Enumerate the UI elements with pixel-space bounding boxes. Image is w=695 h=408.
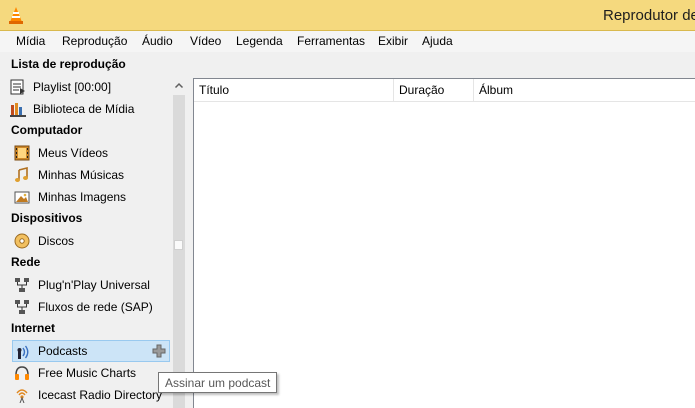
radio-icon	[16, 389, 28, 403]
sidebar-item-sap[interactable]: Fluxos de rede (SAP)	[0, 296, 172, 318]
sidebar-item-discs[interactable]: Discos	[0, 230, 172, 252]
sidebar-scrollbar[interactable]	[172, 78, 186, 408]
sidebar-item-label: Minhas Imagens	[38, 190, 127, 204]
podcast-icon	[17, 345, 29, 359]
video-film-icon	[14, 145, 30, 161]
menu-video[interactable]: Vídeo	[190, 34, 221, 48]
sidebar-item-my-videos[interactable]: Meus Vídeos	[0, 142, 172, 164]
sidebar-item-label: Icecast Radio Directory	[38, 388, 163, 402]
menu-ajuda[interactable]: Ajuda	[422, 34, 453, 48]
sidebar-item-label: Biblioteca de Mídia	[33, 102, 135, 116]
menu-exibir[interactable]: Exibir	[378, 34, 408, 48]
sidebar-item-label: Discos	[38, 234, 75, 248]
scroll-up-icon[interactable]	[172, 78, 186, 94]
sidebar-item-playlist[interactable]: Playlist [00:00]	[0, 76, 172, 98]
playlist-view[interactable]: Título Duração Álbum	[193, 78, 695, 408]
menu-audio[interactable]: Áudio	[142, 34, 173, 48]
column-header-album[interactable]: Álbum	[474, 79, 695, 101]
menu-ferramentas[interactable]: Ferramentas	[297, 34, 365, 48]
column-header-title[interactable]: Título	[194, 79, 394, 101]
sidebar-item-label: Playlist [00:00]	[33, 80, 112, 94]
network-icon	[15, 300, 29, 314]
sidebar-item-label: Free Music Charts	[38, 366, 137, 380]
menu-legenda[interactable]: Legenda	[236, 34, 283, 48]
sidebar-item-icecast[interactable]: Icecast Radio Directory	[0, 384, 172, 406]
scroll-track[interactable]	[173, 95, 185, 408]
vlc-cone-icon	[9, 7, 23, 24]
scroll-thumb[interactable]	[174, 240, 183, 250]
music-charts-icon	[15, 366, 29, 380]
network-icon	[15, 278, 29, 292]
sidebar: Lista de reprodução Playlist [00:00] Bib…	[0, 52, 172, 408]
sidebar-item-free-music-charts[interactable]: Free Music Charts	[0, 362, 172, 384]
tooltip: Assinar um podcast	[158, 372, 278, 393]
window-title: Reprodutor de	[603, 7, 695, 24]
column-header-duration[interactable]: Duração	[394, 79, 474, 101]
menu-bar: Mídia Reprodução Áudio Vídeo Legenda Fer…	[0, 31, 695, 52]
sidebar-item-label: Plug'n'Play Universal	[38, 278, 150, 292]
sidebar-item-label: Meus Vídeos	[38, 146, 109, 160]
sidebar-item-label: Fluxos de rede (SAP)	[38, 300, 153, 314]
media-library-icon	[10, 103, 26, 117]
sidebar-item-my-music[interactable]: Minhas Músicas	[0, 164, 172, 186]
playlist-icon	[10, 79, 25, 95]
menu-reproducao[interactable]: Reprodução	[62, 34, 127, 48]
sidebar-item-my-pictures[interactable]: Minhas Imagens	[0, 186, 172, 208]
sidebar-item-label: Podcasts	[38, 344, 88, 358]
title-bar: Reprodutor de	[0, 0, 695, 31]
column-header-row: Título Duração Álbum	[194, 79, 695, 102]
sidebar-item-podcasts[interactable]: Podcasts	[12, 340, 170, 362]
menu-midia[interactable]: Mídia	[16, 34, 45, 48]
disc-icon	[14, 233, 30, 249]
picture-icon	[14, 191, 30, 204]
sidebar-item-media-library[interactable]: Biblioteca de Mídia	[0, 98, 172, 120]
music-note-icon	[15, 167, 28, 182]
sidebar-item-upnp[interactable]: Plug'n'Play Universal	[0, 274, 172, 296]
sidebar-item-label: Minhas Músicas	[38, 168, 125, 182]
add-podcast-button[interactable]	[151, 343, 167, 359]
